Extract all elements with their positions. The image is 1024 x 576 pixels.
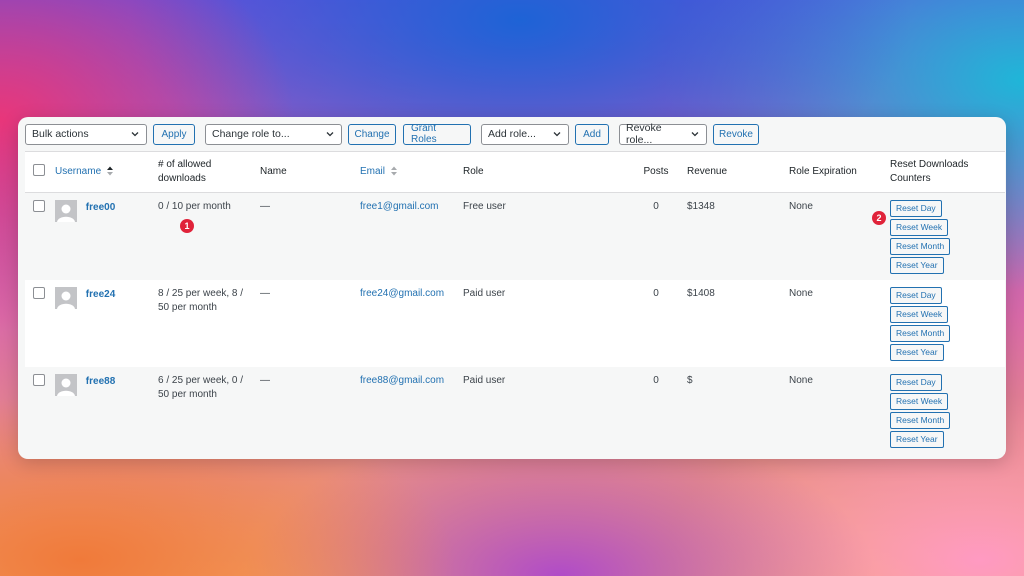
allowed-downloads: 0 / 10 per month [158,201,231,212]
sort-icon[interactable] [390,165,398,177]
column-reset-line2: Counters [890,173,931,184]
table-header-row: Username # of allowed downloads Name Ema… [25,151,1005,193]
revoke-role-select[interactable]: Revoke role... [619,122,707,146]
column-allowed-downloads-line1: # of allowed [158,159,212,170]
expiration-cell: None [789,201,813,212]
username-link[interactable]: free88 [86,374,115,389]
reset-month-button[interactable]: Reset Month [890,324,951,342]
role-cell: Free user [463,201,506,212]
row-checkbox[interactable] [33,373,45,386]
chevron-down-icon [131,132,139,137]
posts-cell: 0 [653,201,659,212]
change-role-label: Change role to... [212,128,290,140]
reset-day-button[interactable]: Reset Day [890,200,942,217]
chevron-down-icon [326,132,334,137]
revenue-cell: $1408 [687,287,715,299]
name-cell: — [260,287,270,299]
select-all-checkbox[interactable] [33,163,45,176]
name-cell: — [260,374,270,386]
chevron-down-icon [691,132,699,137]
column-posts: Posts [643,166,669,177]
reset-year-button[interactable]: Reset Year [890,430,944,448]
add-button[interactable]: Add [575,123,609,145]
bulk-toolbar: Bulk actions Apply Change role to... Cha… [18,117,1006,151]
avatar [55,286,77,309]
reset-week-button[interactable]: Reset Week [890,219,949,236]
table-row: free00 0 / 10 per month 1 — free1@gmail.… [25,192,1005,280]
change-button[interactable]: Change [348,123,396,145]
allowed-downloads: 6 / 25 per week, 0 / [158,374,244,386]
name-cell: — [260,201,270,212]
column-role: Role [463,166,484,177]
revoke-button[interactable]: Revoke [713,123,759,145]
default-avatar-icon [57,378,75,396]
grant-roles-button[interactable]: Grant Roles [403,123,471,145]
reset-year-button[interactable]: Reset Year [890,257,944,274]
column-revenue: Revenue [687,166,728,177]
column-username[interactable]: Username [55,166,101,177]
add-role-label: Add role... [488,128,536,140]
bulk-actions-select[interactable]: Bulk actions [25,123,147,145]
allowed-downloads-line2: 50 per month [158,301,217,313]
reset-month-button[interactable]: Reset Month [890,238,951,255]
column-email[interactable]: Email [360,166,385,177]
table-row: free24 8 / 25 per week, 8 / 50 per month… [25,280,1005,367]
reset-year-button[interactable]: Reset Year [890,343,944,361]
change-role-select[interactable]: Change role to... [205,123,342,145]
row-checkbox[interactable] [33,200,45,212]
role-cell: Paid user [463,374,506,386]
expiration-cell: None [789,374,813,386]
sort-ascending-icon[interactable] [106,165,114,177]
annotation-badge-1: 1 [180,219,194,233]
row-checkbox[interactable] [33,286,45,299]
allowed-downloads-line2: 50 per month [158,388,217,400]
table-row: free88 6 / 25 per week, 0 / 50 per month… [25,366,1005,454]
apply-button[interactable]: Apply [153,123,195,145]
default-avatar-icon [57,204,75,222]
allowed-downloads: 8 / 25 per week, 8 / [158,287,244,299]
username-link[interactable]: free00 [86,200,115,215]
column-reset-line1: Reset Downloads [890,159,969,170]
role-cell: Paid user [463,287,506,299]
annotation-badge-2: 2 [872,211,886,225]
users-table: Username # of allowed downloads Name Ema… [25,151,1005,454]
reset-day-button[interactable]: Reset Day [890,286,942,304]
email-link[interactable]: free24@gmail.com [360,288,444,299]
posts-cell: 0 [653,374,659,386]
revenue-cell: $1348 [687,201,715,212]
reset-day-button[interactable]: Reset Day [890,373,942,391]
username-link[interactable]: free24 [86,287,115,302]
column-allowed-downloads-line2: downloads [158,173,206,184]
avatar [55,200,77,222]
add-role-select[interactable]: Add role... [481,123,569,145]
default-avatar-icon [57,291,75,309]
bulk-actions-label: Bulk actions [32,128,89,140]
revoke-role-label: Revoke role... [626,122,662,146]
avatar [55,373,77,396]
chevron-down-icon [553,132,561,137]
column-name: Name [260,166,287,177]
column-role-expiration: Role Expiration [789,166,857,177]
email-link[interactable]: free88@gmail.com [360,375,444,386]
email-link[interactable]: free1@gmail.com [360,201,439,212]
reset-month-button[interactable]: Reset Month [890,411,951,429]
users-panel: Bulk actions Apply Change role to... Cha… [18,117,1006,459]
revenue-cell: $ [687,374,693,386]
reset-week-button[interactable]: Reset Week [890,392,949,410]
posts-cell: 0 [653,287,659,299]
reset-week-button[interactable]: Reset Week [890,305,949,323]
expiration-cell: None [789,287,813,299]
